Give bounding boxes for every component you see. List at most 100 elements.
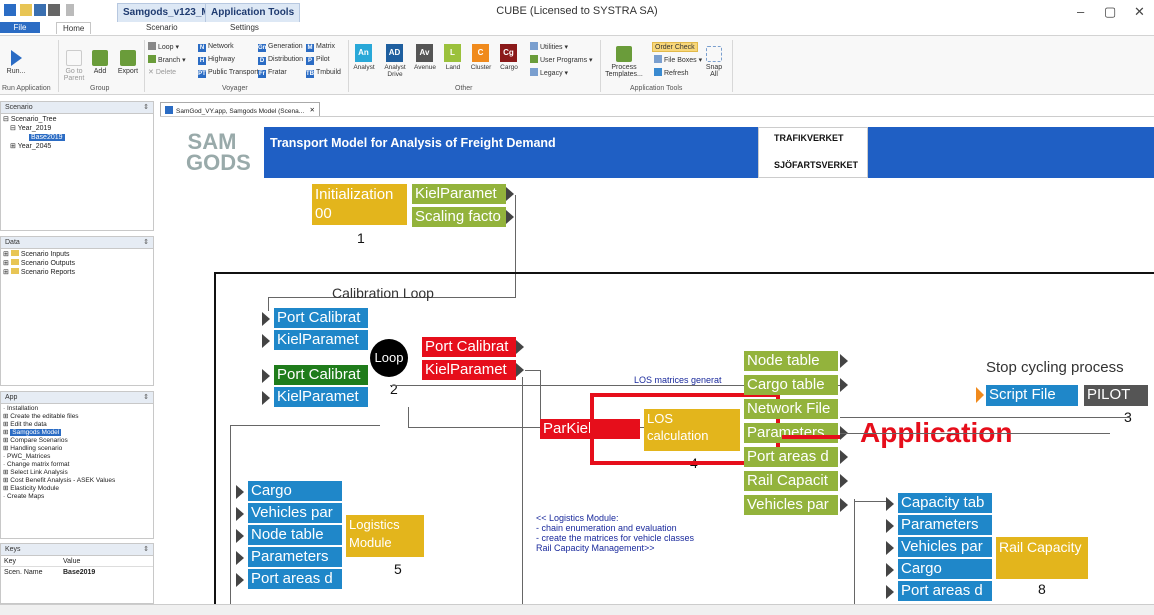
data-panel-header: Data ⇕ bbox=[1, 237, 153, 249]
parameters-rail-box[interactable]: Parameters bbox=[898, 515, 992, 535]
tmbuild-button[interactable]: TB Tmbuild bbox=[306, 68, 341, 78]
highway-button[interactable]: H Highway bbox=[198, 55, 235, 65]
tree-item-create-editable[interactable]: ⊞ Create the editable files bbox=[3, 413, 151, 421]
pilot-button[interactable]: P Pilot bbox=[306, 55, 330, 65]
restore-button[interactable]: ▢ bbox=[1104, 4, 1116, 20]
tree-item-year-2019[interactable]: ⊟ Year_2019 bbox=[3, 124, 151, 133]
tab-scenario[interactable]: Scenario bbox=[140, 22, 184, 33]
tab-home[interactable]: Home bbox=[56, 22, 92, 34]
los-note: LOS matrices generat bbox=[634, 375, 722, 385]
cluster-label: Cluster bbox=[470, 64, 492, 71]
generation-button[interactable]: Gn Generation bbox=[258, 42, 303, 52]
rail-capacity-box[interactable]: Rail Capacit bbox=[744, 471, 838, 491]
logistics-module-box[interactable]: Logistics Module bbox=[346, 515, 424, 557]
pilot-box[interactable]: PILOT bbox=[1084, 385, 1148, 406]
analyst-drive-icon[interactable]: AD bbox=[386, 44, 403, 62]
tree-item-scenario-outputs[interactable]: ⊞ Scenario Outputs bbox=[3, 259, 151, 268]
model-canvas[interactable]: SAM GODS Transport Model for Analysis of… bbox=[160, 116, 1154, 604]
user-programs-button[interactable]: User Programs ▾ bbox=[530, 55, 593, 65]
tree-item-pwc-matrices[interactable]: · PWC_Matrices bbox=[3, 453, 151, 461]
script-file-box[interactable]: Script File bbox=[986, 385, 1078, 406]
keys-panel: Keys ⇕ Key Value Scen. Name Base2019 bbox=[0, 543, 154, 604]
tree-item-edit-data[interactable]: ⊞ Edit the data bbox=[3, 421, 151, 429]
avenue-icon[interactable]: Av bbox=[416, 44, 433, 62]
group-other: Other bbox=[455, 85, 473, 92]
tab-settings[interactable]: Settings bbox=[224, 22, 265, 33]
branch-button[interactable]: Branch ▾ bbox=[148, 55, 186, 65]
tree-item-base2019[interactable]: Base2019 bbox=[3, 133, 151, 142]
capacity-tab-box[interactable]: Capacity tab bbox=[898, 493, 992, 513]
cargo-box[interactable]: Cargo bbox=[248, 481, 342, 501]
run-button[interactable]: Run... bbox=[4, 50, 28, 75]
tab-file[interactable]: File bbox=[0, 22, 40, 33]
tree-item-samgods-model[interactable]: ⊞ Samgods Model bbox=[3, 429, 151, 437]
order-check-button[interactable]: Order Check bbox=[652, 42, 698, 52]
loop-button[interactable]: Loop ▾ bbox=[148, 42, 179, 52]
export-button[interactable]: Export bbox=[116, 50, 140, 75]
port-calib-box-1[interactable]: Port Calibrat bbox=[274, 308, 368, 328]
port-areas-logistics-box[interactable]: Port areas d bbox=[248, 569, 342, 589]
land-icon[interactable]: L bbox=[444, 44, 461, 62]
rail-capacity-module-box[interactable]: Rail Capacity bbox=[996, 537, 1088, 579]
vehicles-par-rail-box[interactable]: Vehicles par bbox=[898, 537, 992, 557]
close-tab-icon[interactable]: ✕ bbox=[310, 106, 315, 114]
kielparam-init-box[interactable]: KielParamet bbox=[412, 184, 506, 204]
network-button[interactable]: N Network bbox=[198, 42, 234, 52]
tree-item-create-maps[interactable]: · Create Maps bbox=[3, 493, 151, 501]
vehicles-par-box[interactable]: Vehicles par bbox=[744, 495, 838, 515]
tree-item-scenario-reports[interactable]: ⊞ Scenario Reports bbox=[3, 268, 151, 277]
delete-button[interactable]: ✕ Delete bbox=[148, 68, 176, 78]
loop-node[interactable]: Loop bbox=[370, 339, 408, 377]
kielparam-box-2[interactable]: KielParamet bbox=[274, 387, 368, 407]
tree-item-elasticity[interactable]: ⊞ Elasticity Module bbox=[3, 485, 151, 493]
cluster-icon[interactable]: C bbox=[472, 44, 489, 62]
parameters-logistics-box[interactable]: Parameters bbox=[248, 547, 342, 567]
keys-row[interactable]: Scen. Name Base2019 bbox=[1, 567, 153, 578]
node-table-logistics-box[interactable]: Node table bbox=[248, 525, 342, 545]
tree-item-cost-benefit[interactable]: ⊞ Cost Benefit Analysis - ASEK Values bbox=[3, 477, 151, 485]
matrix-button[interactable]: M Matrix bbox=[306, 42, 335, 52]
process-templates-button[interactable]: Process Templates... bbox=[604, 46, 644, 78]
fratar-button[interactable]: Fr Fratar bbox=[258, 68, 287, 78]
cargo-rail-box[interactable]: Cargo bbox=[898, 559, 992, 579]
scaling-box[interactable]: Scaling facto bbox=[412, 207, 506, 227]
parameters-box[interactable]: Parameters bbox=[744, 423, 838, 443]
close-button[interactable]: ✕ bbox=[1134, 4, 1145, 20]
refresh-button[interactable]: Refresh bbox=[654, 68, 689, 78]
port-areas-rail-box[interactable]: Port areas d bbox=[898, 581, 992, 601]
analyst-icon[interactable]: An bbox=[355, 44, 372, 62]
keys-col-value: Value bbox=[63, 558, 81, 565]
network-file-box[interactable]: Network File bbox=[744, 399, 838, 419]
distribution-button[interactable]: D Distribution bbox=[258, 55, 303, 65]
port-calib-box-2[interactable]: Port Calibrat bbox=[274, 365, 368, 385]
public-transport-button[interactable]: PT Public Transport bbox=[198, 68, 259, 78]
tree-item-installation[interactable]: · Installation bbox=[3, 405, 151, 413]
initialization-box[interactable]: Initialization 00 bbox=[312, 184, 407, 225]
legacy-button[interactable]: Legacy ▾ bbox=[530, 68, 568, 78]
kielparam-red-box[interactable]: KielParamet bbox=[422, 360, 516, 380]
document-tab[interactable]: SamGod_VY.app, Samgods Model (Scena... ✕ bbox=[160, 102, 320, 116]
port-calib-red-box[interactable]: Port Calibrat bbox=[422, 337, 516, 357]
file-boxes-button[interactable]: File Boxes ▾ bbox=[654, 55, 702, 65]
tree-item-scenario-tree[interactable]: ⊟ Scenario_Tree bbox=[3, 115, 151, 124]
cargo-table-box[interactable]: Cargo table bbox=[744, 375, 838, 395]
kielparam-box-1[interactable]: KielParamet bbox=[274, 330, 368, 350]
cargo-icon[interactable]: Cg bbox=[500, 44, 517, 62]
scenario-panel: Scenario ⇕ ⊟ Scenario_Tree ⊟ Year_2019 Ba… bbox=[0, 101, 154, 231]
minimize-button[interactable]: – bbox=[1077, 4, 1084, 19]
port-areas-box[interactable]: Port areas d bbox=[744, 447, 838, 467]
tree-item-year-2045[interactable]: ⊞ Year_2045 bbox=[3, 142, 151, 151]
utilities-button[interactable]: Utilities ▾ bbox=[530, 42, 568, 52]
node-table-box[interactable]: Node table bbox=[744, 351, 838, 371]
tree-item-change-matrix-format[interactable]: · Change matrix format bbox=[3, 461, 151, 469]
tree-item-compare-scenarios[interactable]: ⊞ Compare Scenarios bbox=[3, 437, 151, 445]
tree-item-handling-scenario[interactable]: ⊞ Handling scenario bbox=[3, 445, 151, 453]
template-icon bbox=[616, 46, 632, 62]
tree-item-scenario-inputs[interactable]: ⊞ Scenario Inputs bbox=[3, 250, 151, 259]
vehicles-par-logistics-box[interactable]: Vehicles par bbox=[248, 503, 342, 523]
go-to-parent-button[interactable]: Go to Parent bbox=[62, 50, 86, 82]
add-button[interactable]: Add bbox=[90, 50, 110, 75]
group-voyager: Voyager bbox=[222, 85, 248, 92]
tree-item-select-link-analysis[interactable]: ⊞ Select Link Analysis bbox=[3, 469, 151, 477]
snap-all-button[interactable]: Snap All bbox=[703, 46, 725, 78]
